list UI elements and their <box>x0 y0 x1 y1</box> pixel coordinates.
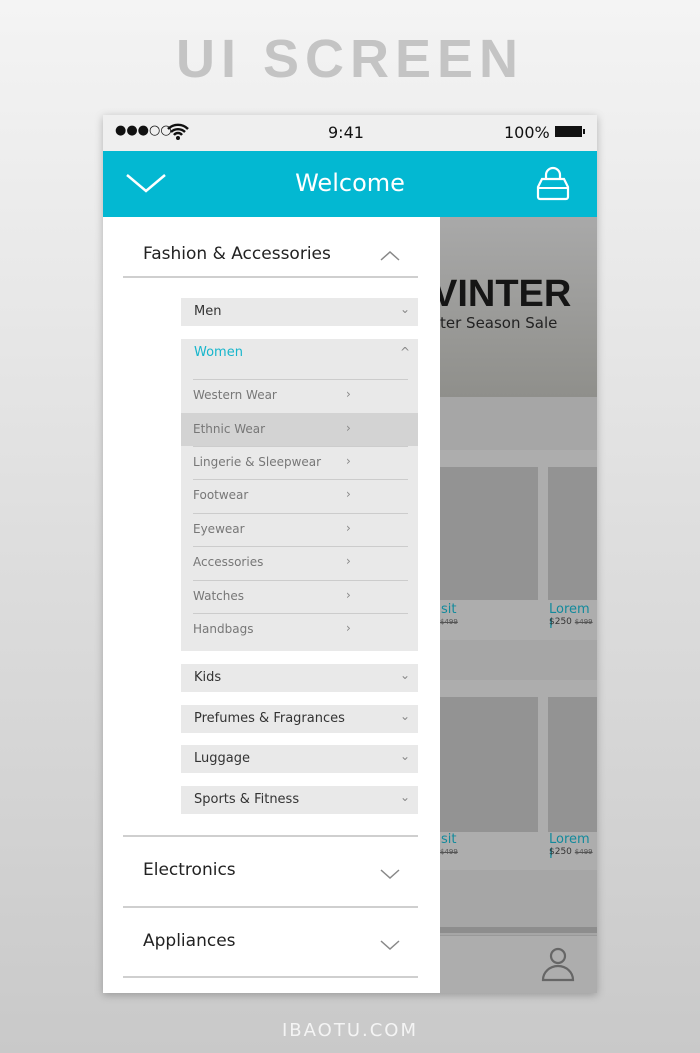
banner-subtitle: ter Season Sale <box>440 314 558 332</box>
submenu-item-handbags[interactable]: Handbags › <box>181 613 418 646</box>
submenu-item-accessories[interactable]: Accessories › <box>181 546 418 579</box>
battery-text: 100% <box>504 123 550 142</box>
side-drawer: Fashion & Accessories Men ⌄ Women ^ Wester… <box>103 217 440 993</box>
submenu-item-western-wear[interactable]: Western Wear › <box>181 379 418 412</box>
old-price: $499 <box>440 848 458 856</box>
signal-icon: ●●●○○ <box>115 123 172 138</box>
divider <box>123 276 418 278</box>
chevron-down-icon: ⌄ <box>399 668 410 682</box>
page-title: UI SCREEN <box>175 29 525 89</box>
chevron-right-icon: › <box>346 554 351 568</box>
bottom-nav <box>440 935 597 993</box>
product-image[interactable] <box>440 697 538 832</box>
chevron-right-icon: › <box>346 487 351 501</box>
price: $250 <box>549 847 572 857</box>
product-image[interactable] <box>440 467 538 600</box>
chevron-right-icon: › <box>346 387 351 401</box>
chevron-right-icon: › <box>346 621 351 635</box>
old-price: $499 <box>440 618 458 626</box>
shopping-bag-icon[interactable] <box>533 164 573 204</box>
chevron-up-icon: ^ <box>399 345 410 359</box>
phone-screen: ●●●○○ 9:41 100% Welcome VINTER ter Seaso… <box>103 115 597 993</box>
chevron-right-icon: › <box>346 588 351 602</box>
submenu-item-eyewear[interactable]: Eyewear › <box>181 513 418 546</box>
chevron-down-icon: ⌄ <box>399 749 410 763</box>
menu-fashion-accessories[interactable]: Fashion & Accessories <box>143 244 331 264</box>
divider <box>123 835 418 837</box>
submenu-kids[interactable]: Kids ⌄ <box>181 664 418 692</box>
product-title[interactable]: sit <box>441 832 456 847</box>
chevron-right-icon: › <box>346 454 351 468</box>
menu-electronics[interactable]: Electronics <box>143 860 236 880</box>
wifi-icon <box>167 123 189 140</box>
submenu-men[interactable]: Men ⌄ <box>181 298 418 326</box>
chevron-down-icon[interactable] <box>379 938 401 952</box>
submenu-sports[interactable]: Sports & Fitness ⌄ <box>181 786 418 814</box>
banner-title: VINTER <box>432 273 572 315</box>
chevron-down-icon: ⌄ <box>399 790 410 804</box>
submenu-item-ethnic-wear[interactable]: Ethnic Wear › <box>181 413 418 446</box>
status-time: 9:41 <box>328 123 364 142</box>
price: $250 <box>549 617 572 627</box>
submenu-women[interactable]: Women ^ Western Wear › Ethnic Wear › Linger… <box>181 339 418 651</box>
product-image[interactable] <box>548 467 597 600</box>
submenu-luggage[interactable]: Luggage ⌄ <box>181 745 418 773</box>
product-image[interactable] <box>548 697 597 832</box>
product-title[interactable]: sit <box>441 602 456 617</box>
profile-icon[interactable] <box>538 944 578 984</box>
status-bar: ●●●○○ 9:41 100% <box>103 115 597 151</box>
divider <box>123 976 418 978</box>
chevron-down-icon[interactable] <box>379 867 401 881</box>
chevron-right-icon: › <box>346 521 351 535</box>
chevron-up-icon[interactable] <box>379 249 401 263</box>
banner[interactable]: VINTER ter Season Sale <box>432 217 597 397</box>
app-header: Welcome <box>103 151 597 217</box>
submenu-perfumes[interactable]: Prefumes & Fragrances ⌄ <box>181 705 418 733</box>
footer-watermark: IBAOTU.COM <box>282 1020 418 1041</box>
menu-appliances[interactable]: Appliances <box>143 931 236 951</box>
chevron-down-icon: ⌄ <box>399 302 410 316</box>
old-price: $499 <box>574 848 593 856</box>
divider <box>123 906 418 908</box>
chevron-right-icon: › <box>346 421 351 435</box>
battery-icon <box>555 126 582 137</box>
submenu-item-footwear[interactable]: Footwear › <box>181 479 418 512</box>
submenu-item-lingerie[interactable]: Lingerie & Sleepwear › <box>181 446 418 479</box>
old-price: $499 <box>574 618 593 626</box>
submenu-item-watches[interactable]: Watches › <box>181 580 418 613</box>
header-title: Welcome <box>295 169 405 197</box>
chevron-down-icon: ⌄ <box>399 709 410 723</box>
